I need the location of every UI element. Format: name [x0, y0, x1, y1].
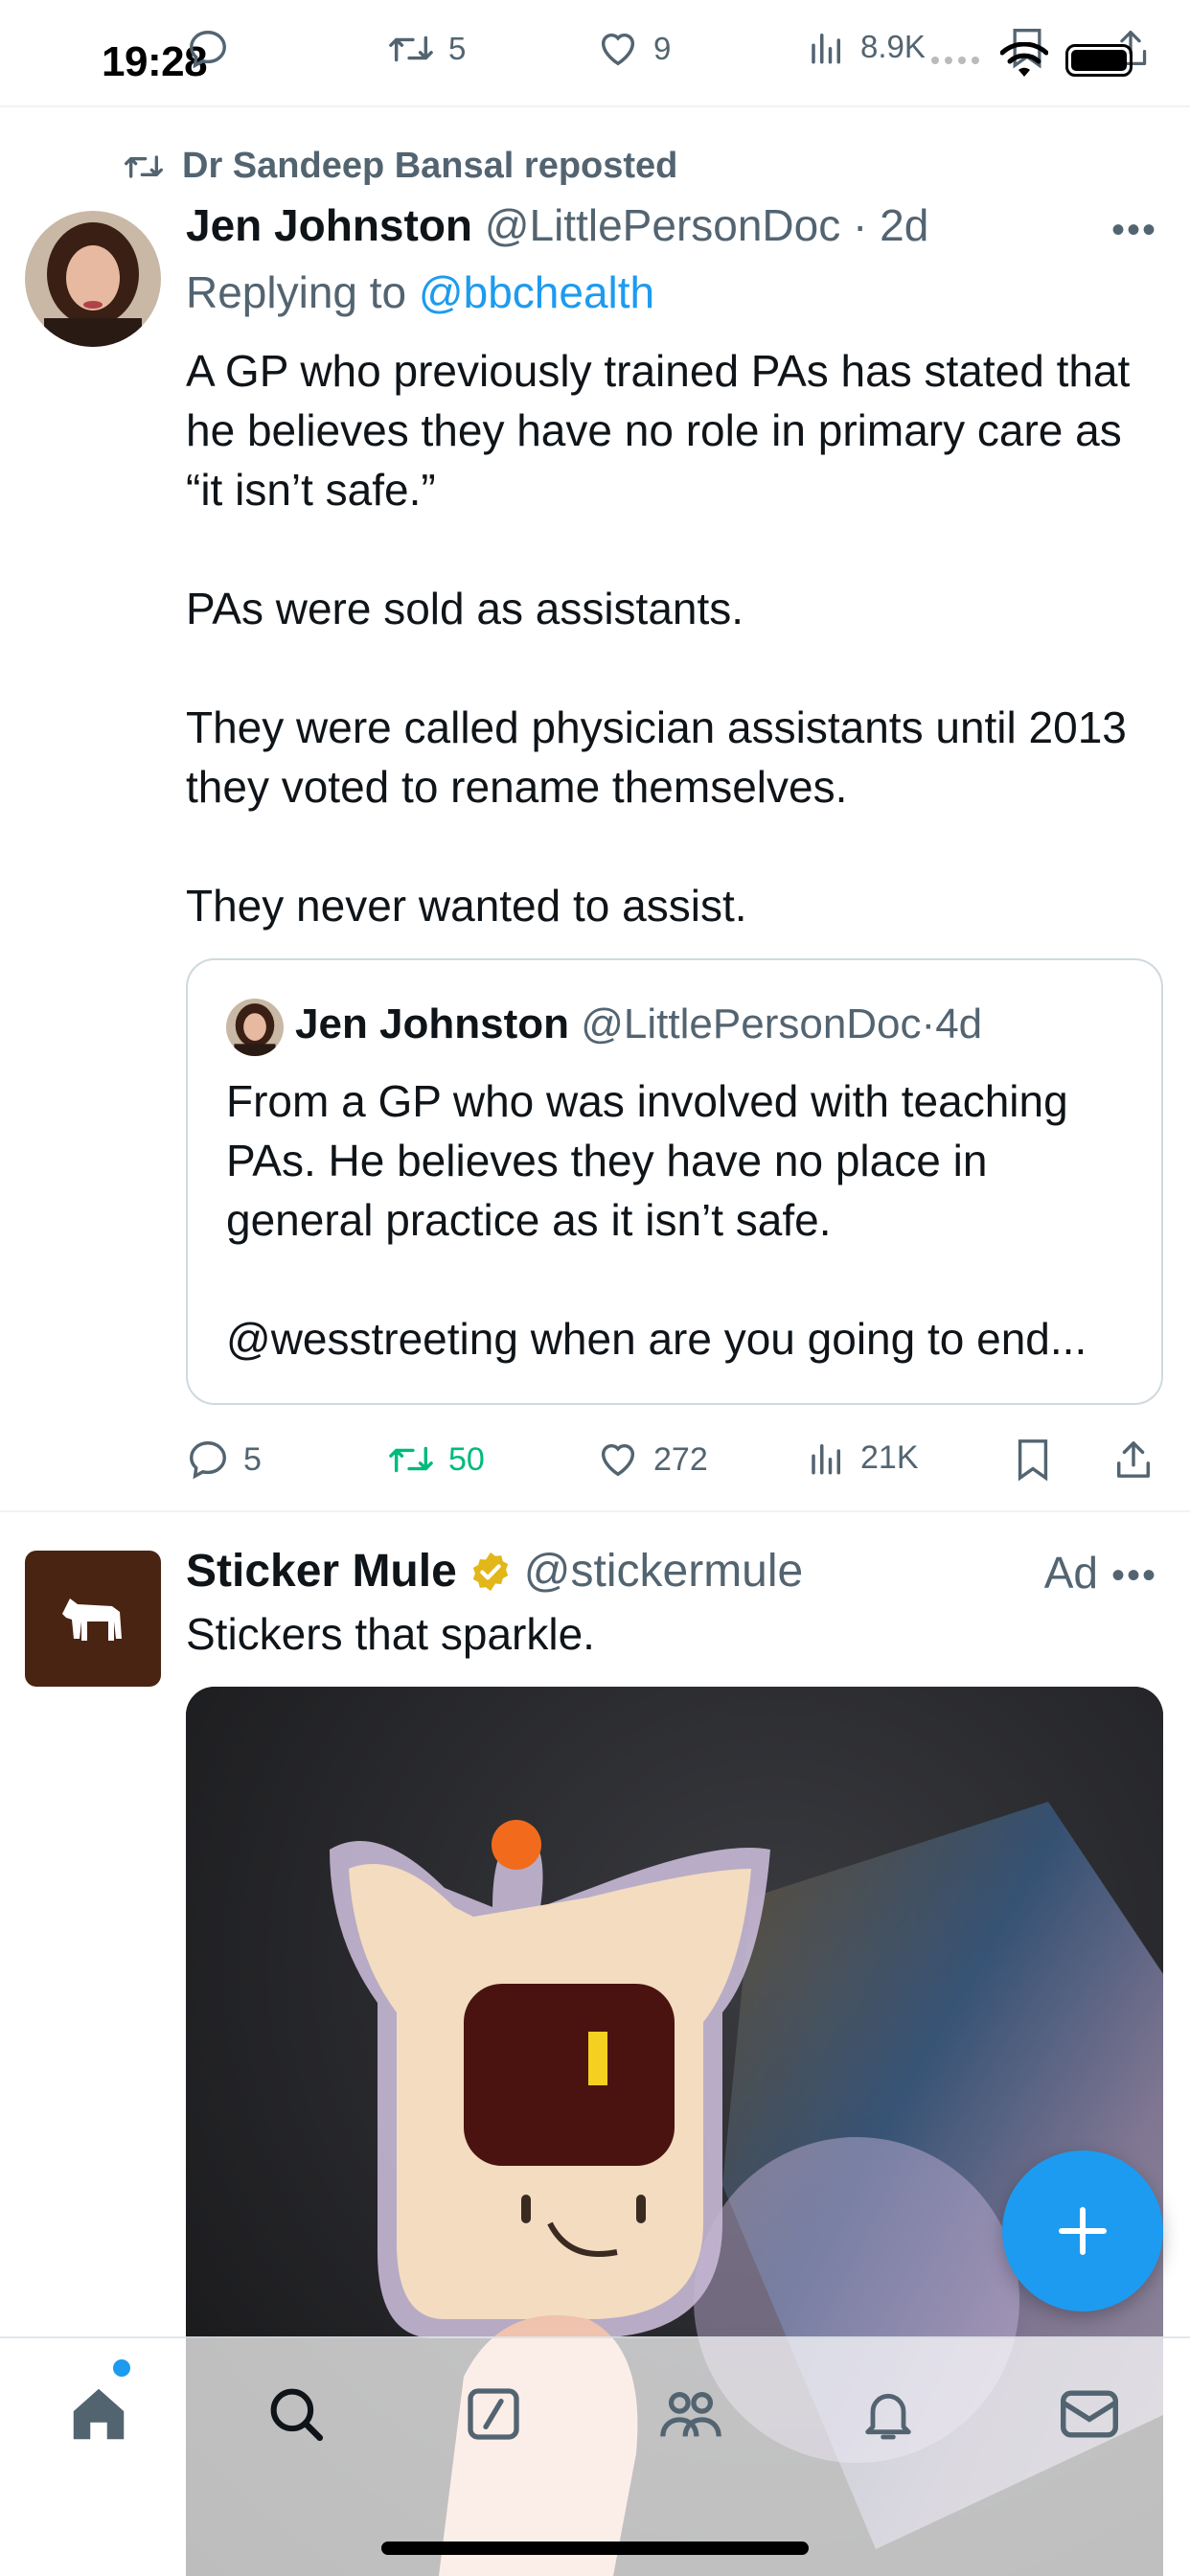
- separator: ·: [853, 200, 868, 250]
- quote-paragraph: @wesstreeting when are you going to end.…: [226, 1314, 1087, 1364]
- retweet-icon: [389, 35, 433, 62]
- system-icons: [929, 42, 1133, 79]
- wifi-icon: [1000, 42, 1048, 77]
- replying-mention[interactable]: @bbchealth: [419, 267, 654, 317]
- tweet-header: Jen Johnston @LittlePersonDoc · 2d: [186, 199, 928, 251]
- prev-retweet-count: 5: [448, 31, 467, 66]
- views-icon: [812, 1444, 840, 1475]
- nav-search[interactable]: [253, 2371, 339, 2457]
- more-icon[interactable]: •••: [1111, 1554, 1157, 1598]
- heart-icon: [601, 1443, 635, 1477]
- ad-text: Stickers that sparkle.: [186, 1609, 595, 1659]
- replying-prefix: Replying to: [186, 267, 419, 317]
- retweet-icon: [389, 1446, 433, 1473]
- nav-grok[interactable]: [450, 2371, 537, 2457]
- brand-handle[interactable]: @stickermule: [524, 1545, 803, 1598]
- reply-icon: [190, 31, 226, 69]
- nav-messages[interactable]: [1046, 2371, 1133, 2457]
- quote-header: Jen Johnston @LittlePersonDoc·4d: [295, 1000, 982, 1048]
- verified-badge-icon: [472, 1552, 508, 1591]
- prev-like-count: 9: [653, 31, 672, 66]
- author-handle[interactable]: @LittlePersonDoc: [485, 200, 840, 250]
- repost-label: Dr Sandeep Bansal reposted: [182, 146, 678, 186]
- tweet-paragraph: They were called physician assistants un…: [186, 702, 1127, 812]
- separator: ·: [921, 1000, 936, 1047]
- author-avatar[interactable]: [25, 211, 161, 347]
- reply-icon: [190, 1441, 226, 1480]
- tweet-time[interactable]: 2d: [880, 200, 928, 250]
- notifications-icon: [865, 2393, 911, 2440]
- reply-count: 5: [243, 1440, 262, 1478]
- bottom-navigation: [0, 2336, 1190, 2576]
- quote-paragraph: From a GP who was involved with teaching…: [226, 1076, 1068, 1245]
- prev-views-action[interactable]: 8.9K: [807, 27, 926, 67]
- nav-home[interactable]: [56, 2371, 142, 2457]
- brand-avatar[interactable]: [25, 1551, 161, 1687]
- grok-icon: [468, 2388, 519, 2440]
- quote-author-avatar: [226, 999, 284, 1056]
- home-icon: [73, 2388, 125, 2440]
- horse-icon: [62, 1598, 122, 1641]
- views-count: 21K: [860, 1438, 919, 1476]
- repost-indicator[interactable]: Dr Sandeep Bansal reposted: [123, 146, 677, 187]
- quote-author-handle: @LittlePersonDoc: [581, 1000, 922, 1047]
- author-name[interactable]: Jen Johnston: [186, 200, 472, 250]
- replying-to: Replying to @bbchealth: [186, 266, 654, 318]
- quoted-tweet[interactable]: Jen Johnston @LittlePersonDoc·4d From a …: [186, 958, 1163, 1405]
- like-count: 272: [653, 1440, 708, 1478]
- bookmark-button[interactable]: [1014, 1438, 1052, 1482]
- bookmark-icon: [1018, 1439, 1048, 1482]
- views-icon: [812, 34, 840, 64]
- prev-retweet-action[interactable]: 5: [387, 27, 466, 71]
- tweet[interactable]: Dr Sandeep Bansal reposted Jen Johnston …: [0, 107, 1190, 1512]
- nav-communities[interactable]: [648, 2371, 734, 2457]
- quote-author-name: Jen Johnston: [295, 1000, 570, 1047]
- messages-icon: [1061, 2390, 1118, 2438]
- retweet-button[interactable]: 50: [387, 1438, 485, 1482]
- like-button[interactable]: 272: [596, 1438, 708, 1482]
- ad-label: Ad: [1043, 1548, 1098, 1598]
- search-icon: [270, 2388, 324, 2442]
- home-notification-dot: [113, 2359, 130, 2377]
- heart-icon: [601, 33, 635, 66]
- prev-like-action[interactable]: 9: [596, 27, 671, 71]
- more-icon[interactable]: •••: [1111, 209, 1157, 252]
- signal-icon: [931, 57, 979, 64]
- quote-time: 4d: [935, 1000, 983, 1047]
- brand-name[interactable]: Sticker Mule: [186, 1545, 457, 1598]
- share-button[interactable]: [1113, 1438, 1154, 1482]
- tweet-paragraph: PAs were sold as assistants.: [186, 584, 744, 633]
- communities-icon: [660, 2391, 721, 2437]
- quote-text: From a GP who was involved with teaching…: [226, 1071, 1136, 1368]
- reply-button[interactable]: 5: [186, 1438, 262, 1482]
- tweet-text: A GP who previously trained PAs has stat…: [186, 341, 1163, 935]
- tweet-paragraph: A GP who previously trained PAs has stat…: [186, 346, 1131, 515]
- retweet-icon: [125, 154, 163, 178]
- prev-views-count: 8.9K: [860, 29, 926, 64]
- compose-button[interactable]: [1002, 2150, 1163, 2312]
- nav-notifications[interactable]: [845, 2371, 931, 2457]
- tweet-paragraph: They never wanted to assist.: [186, 881, 747, 931]
- tweet-actions: 5 50 272 21K: [186, 1422, 1163, 1499]
- ad-header: Sticker Mule @stickermule: [186, 1545, 803, 1598]
- retweet-count: 50: [448, 1440, 485, 1478]
- views-button[interactable]: 21K: [807, 1438, 919, 1478]
- prev-reply-action[interactable]: [186, 27, 243, 71]
- battery-icon: [1065, 44, 1133, 77]
- home-indicator[interactable]: [381, 2542, 809, 2555]
- plus-icon: [1059, 2207, 1107, 2255]
- status-bar: 19:28 5 9 8.9K: [0, 0, 1190, 107]
- share-icon: [1117, 1441, 1150, 1478]
